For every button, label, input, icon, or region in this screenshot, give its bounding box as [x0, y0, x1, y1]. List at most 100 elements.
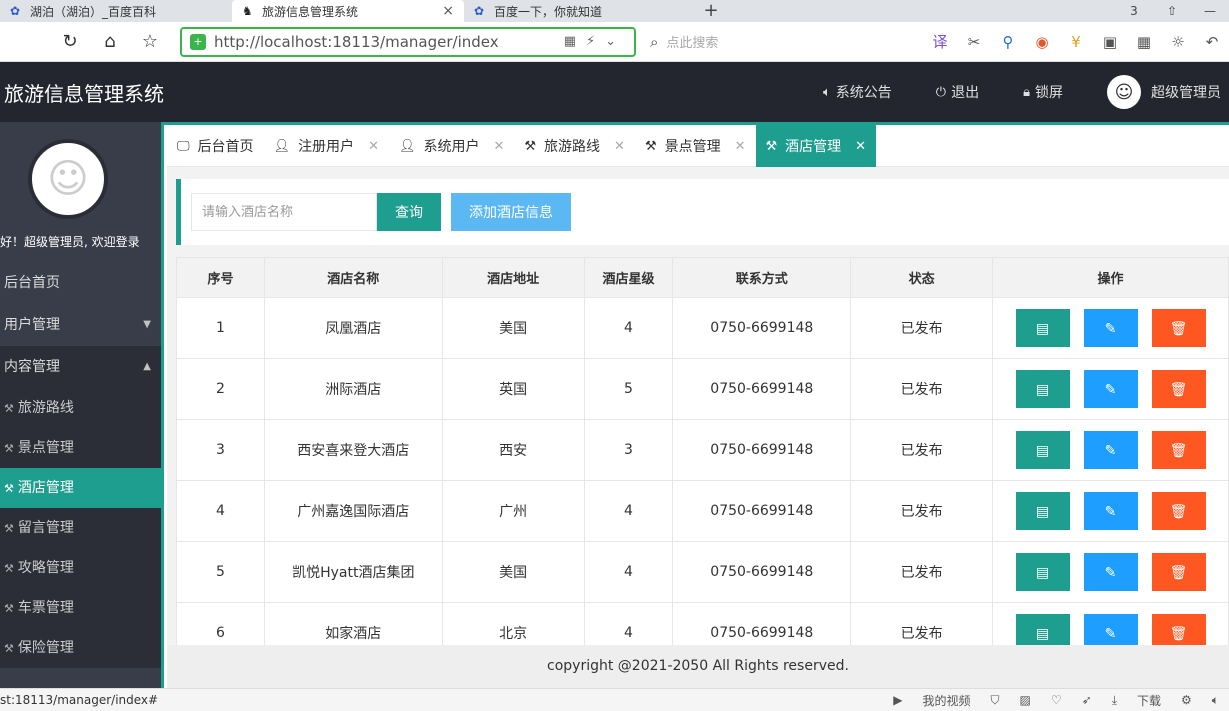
content-tab[interactable]: ⚒ 景点管理 ✕ [635, 125, 756, 167]
view-button[interactable]: ▤ [1015, 431, 1070, 469]
logout-button[interactable]: ⏻ 退出 [914, 82, 1001, 102]
user-name: 超级管理员 [1151, 85, 1221, 101]
edit-button[interactable]: ✎ [1083, 614, 1138, 645]
content-tab[interactable]: 🖵︎ 后台首页 [167, 125, 264, 167]
table-cell: 西安喜来登大酒店 [263, 419, 443, 481]
apps-grid-icon[interactable]: ▦ [1127, 33, 1161, 51]
delete-button[interactable]: 🗑︎ [1151, 309, 1206, 347]
settings-icon[interactable]: ⚙ [1171, 693, 1202, 707]
video-icon[interactable]: ▶ [883, 693, 912, 707]
table-cell: 4 [583, 297, 674, 359]
browser-tab-active[interactable]: ♞ 旅游信息管理系统 × [232, 0, 464, 22]
bookmark-star-icon[interactable]: ☆ [130, 31, 170, 52]
magnifier-icon[interactable]: ⚲ [991, 33, 1025, 51]
sidebar-subitem[interactable]: ⚒ 景点管理 [0, 428, 161, 468]
edit-button[interactable]: ✎ [1083, 309, 1138, 347]
close-icon[interactable]: ✕ [493, 139, 504, 154]
game-icon[interactable]: ◉ [1025, 33, 1059, 51]
close-icon[interactable]: ✕ [614, 139, 625, 154]
caret-up-icon: ▲ [143, 361, 151, 372]
delete-button[interactable]: 🗑︎ [1151, 553, 1206, 591]
address-url[interactable]: http://localhost:18113/manager/index [214, 33, 564, 51]
downloads-link[interactable]: 下载 [1127, 692, 1171, 709]
footer-copyright: copyright @2021-2050 All Rights reserved… [167, 645, 1229, 688]
close-icon[interactable]: × [442, 3, 454, 19]
content-tab[interactable]: ⚒ 酒店管理 ✕ [755, 125, 877, 167]
announcement-button[interactable]: 🔈︎ 系统公告 [801, 82, 914, 102]
pin-icon[interactable]: ⇧ [1153, 4, 1191, 18]
home-icon[interactable]: ⌂ [90, 31, 130, 52]
hotel-search-input[interactable] [191, 193, 377, 231]
browser-tab[interactable]: ✿ 湖泊（湖泊）_百度百科 [0, 0, 232, 22]
yen-icon[interactable]: ¥ [1059, 33, 1093, 51]
tools-icon: ⚒ [4, 562, 14, 575]
content-tab[interactable]: 👤︎ 系统用户 ✕ [389, 125, 514, 167]
rocket-icon[interactable]: ➶ [1072, 693, 1102, 707]
edit-button[interactable]: ✎ [1083, 492, 1138, 530]
delete-button[interactable]: 🗑︎ [1151, 614, 1206, 645]
sidebar-subitem-label: 留言管理 [17, 520, 74, 536]
volume-icon[interactable]: 🔈︎ [1202, 693, 1229, 708]
download-icon[interactable]: ⤓ [1102, 693, 1127, 708]
lock-screen-button[interactable]: 🔒︎ 锁屏 [1001, 82, 1085, 102]
sidebar-subitem[interactable]: ⚒ 酒店管理 [0, 468, 161, 508]
table-cell: 如家酒店 [263, 602, 443, 645]
browser-search-box[interactable]: ⌕ 点此搜索 [650, 32, 850, 52]
table-cell: 2 [176, 358, 265, 420]
brightness-icon[interactable]: ☼ [1161, 33, 1195, 51]
actions-cell: ▤ ✎ 🗑︎ [992, 358, 1229, 420]
my-videos-link[interactable]: 我的视频 [913, 692, 981, 709]
address-bar[interactable]: + http://localhost:18113/manager/index ▦… [180, 26, 636, 57]
view-button[interactable]: ▤ [1015, 553, 1070, 591]
view-button[interactable]: ▤ [1015, 492, 1070, 530]
sidebar-subitem[interactable]: ⚒ 保险管理 [0, 628, 161, 668]
tools-icon: ⚒ [4, 482, 14, 495]
sidebar-subitem[interactable]: ⚒ 旅游路线 [0, 388, 161, 428]
close-icon[interactable]: ✕ [368, 139, 379, 154]
table-row: 3 西安喜来登大酒店 西安 3 0750-6699148 已发布 ▤ ✎ 🗑︎ [176, 419, 1229, 481]
translate-icon[interactable]: 译 [923, 31, 957, 52]
pencil-icon: ✎ [1104, 502, 1117, 519]
sidebar-subitem[interactable]: ⚒ 车票管理 [0, 588, 161, 628]
content-tab-label: 酒店管理 [785, 139, 842, 155]
sidebar-item-user-management[interactable]: 用户管理 ▼ [0, 304, 161, 346]
reader-icon[interactable]: ▣ [1093, 33, 1127, 51]
user-menu[interactable]: ☺ 超级管理员 [1085, 75, 1229, 109]
column-header: 操作 [992, 257, 1229, 298]
content-tab[interactable]: 👤︎ 注册用户 ✕ [264, 125, 389, 167]
tools-icon: ⚒ [644, 138, 657, 154]
hotel-table: 序号 酒店名称 酒店地址 酒店星级 联系方式 状态 操作 1 凤凰酒店 美国 4 0750-6699… [176, 257, 1229, 645]
sidebar-subitem[interactable]: ⚒ 留言管理 [0, 508, 161, 548]
view-button[interactable]: ▤ [1015, 309, 1070, 347]
sidebar-item-home[interactable]: 后台首页 [0, 262, 161, 304]
view-button[interactable]: ▤ [1015, 614, 1070, 645]
edit-button[interactable]: ✎ [1083, 431, 1138, 469]
scissors-icon[interactable]: ✂ [957, 33, 991, 51]
sidebar-item-content-management[interactable]: 内容管理 ▲ [0, 346, 161, 388]
content-tab[interactable]: ⚒ 旅游路线 ✕ [514, 125, 635, 167]
delete-button[interactable]: 🗑︎ [1151, 370, 1206, 408]
delete-button[interactable]: 🗑︎ [1151, 492, 1206, 530]
view-button[interactable]: ▤ [1015, 370, 1070, 408]
image-icon[interactable]: ▨ [1010, 693, 1041, 707]
heart-icon[interactable]: ♡ [1041, 693, 1072, 707]
delete-button[interactable]: 🗑︎ [1151, 431, 1206, 469]
reload-icon[interactable]: ↻ [50, 31, 90, 52]
address-actions-icon[interactable]: ▦⚡⌄ [564, 34, 626, 49]
table-cell: 0750-6699148 [672, 541, 852, 603]
close-icon[interactable]: ✕ [735, 139, 746, 154]
edit-button[interactable]: ✎ [1083, 553, 1138, 591]
query-button[interactable]: 查询 [377, 193, 441, 231]
close-icon[interactable]: ✕ [855, 139, 866, 154]
shield-status-icon[interactable]: ⛉ [981, 693, 1010, 708]
edit-button[interactable]: ✎ [1083, 370, 1138, 408]
table-cell: 5 [583, 358, 674, 420]
browser-tab[interactable]: ✿ 百度一下，你就知道 [464, 0, 696, 22]
undo-icon[interactable]: ↶ [1195, 33, 1229, 51]
minimize-icon[interactable]: — [1191, 4, 1229, 18]
sidebar-subitem[interactable]: ⚒ 攻略管理 [0, 548, 161, 588]
add-hotel-button[interactable]: 添加酒店信息 [451, 193, 571, 231]
tab-count-badge[interactable]: 3 [1115, 4, 1153, 18]
table-cell: 凯悦Hyatt酒店集团 [263, 541, 443, 603]
new-tab-button[interactable]: + [696, 0, 726, 22]
